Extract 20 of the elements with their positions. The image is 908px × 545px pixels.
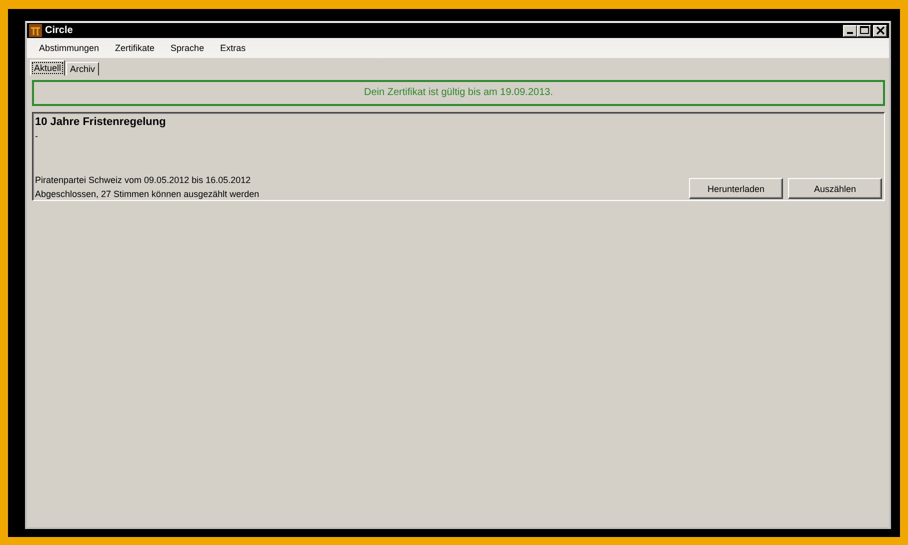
- vote-status: Abgeschlossen, 27 Stimmen können ausgezählt werden: [35, 189, 260, 199]
- maximize-button[interactable]: [857, 24, 871, 36]
- tab[interactable]: Archiv: [66, 62, 100, 76]
- vote-description: -: [35, 130, 39, 143]
- action-button[interactable]: Auszählen: [788, 178, 882, 199]
- close-button[interactable]: [873, 24, 887, 36]
- close-icon: [876, 26, 884, 35]
- menu-item[interactable]: Extras: [220, 43, 246, 53]
- app-icon: [29, 24, 42, 37]
- menu-item[interactable]: Sprache: [170, 43, 204, 53]
- vote-title: 10 Jahre Fristenregelung: [35, 116, 167, 128]
- window-title: Circle: [45, 25, 73, 36]
- menu-item[interactable]: Abstimmungen: [39, 43, 100, 53]
- tab[interactable]: Aktuell: [30, 60, 66, 76]
- certificate-notice: Dein Zertifikat ist gültig bis am 19.09.2013.: [32, 80, 885, 106]
- vote-organizer: Piratenpartei Schweiz vom 09.05.2012 bis 16.05.2012: [35, 175, 252, 185]
- maximize-icon: [860, 26, 868, 35]
- menu-item[interactable]: Zertifikate: [115, 43, 155, 53]
- minimize-button[interactable]: [843, 24, 857, 36]
- action-button[interactable]: Herunterladen: [689, 178, 783, 199]
